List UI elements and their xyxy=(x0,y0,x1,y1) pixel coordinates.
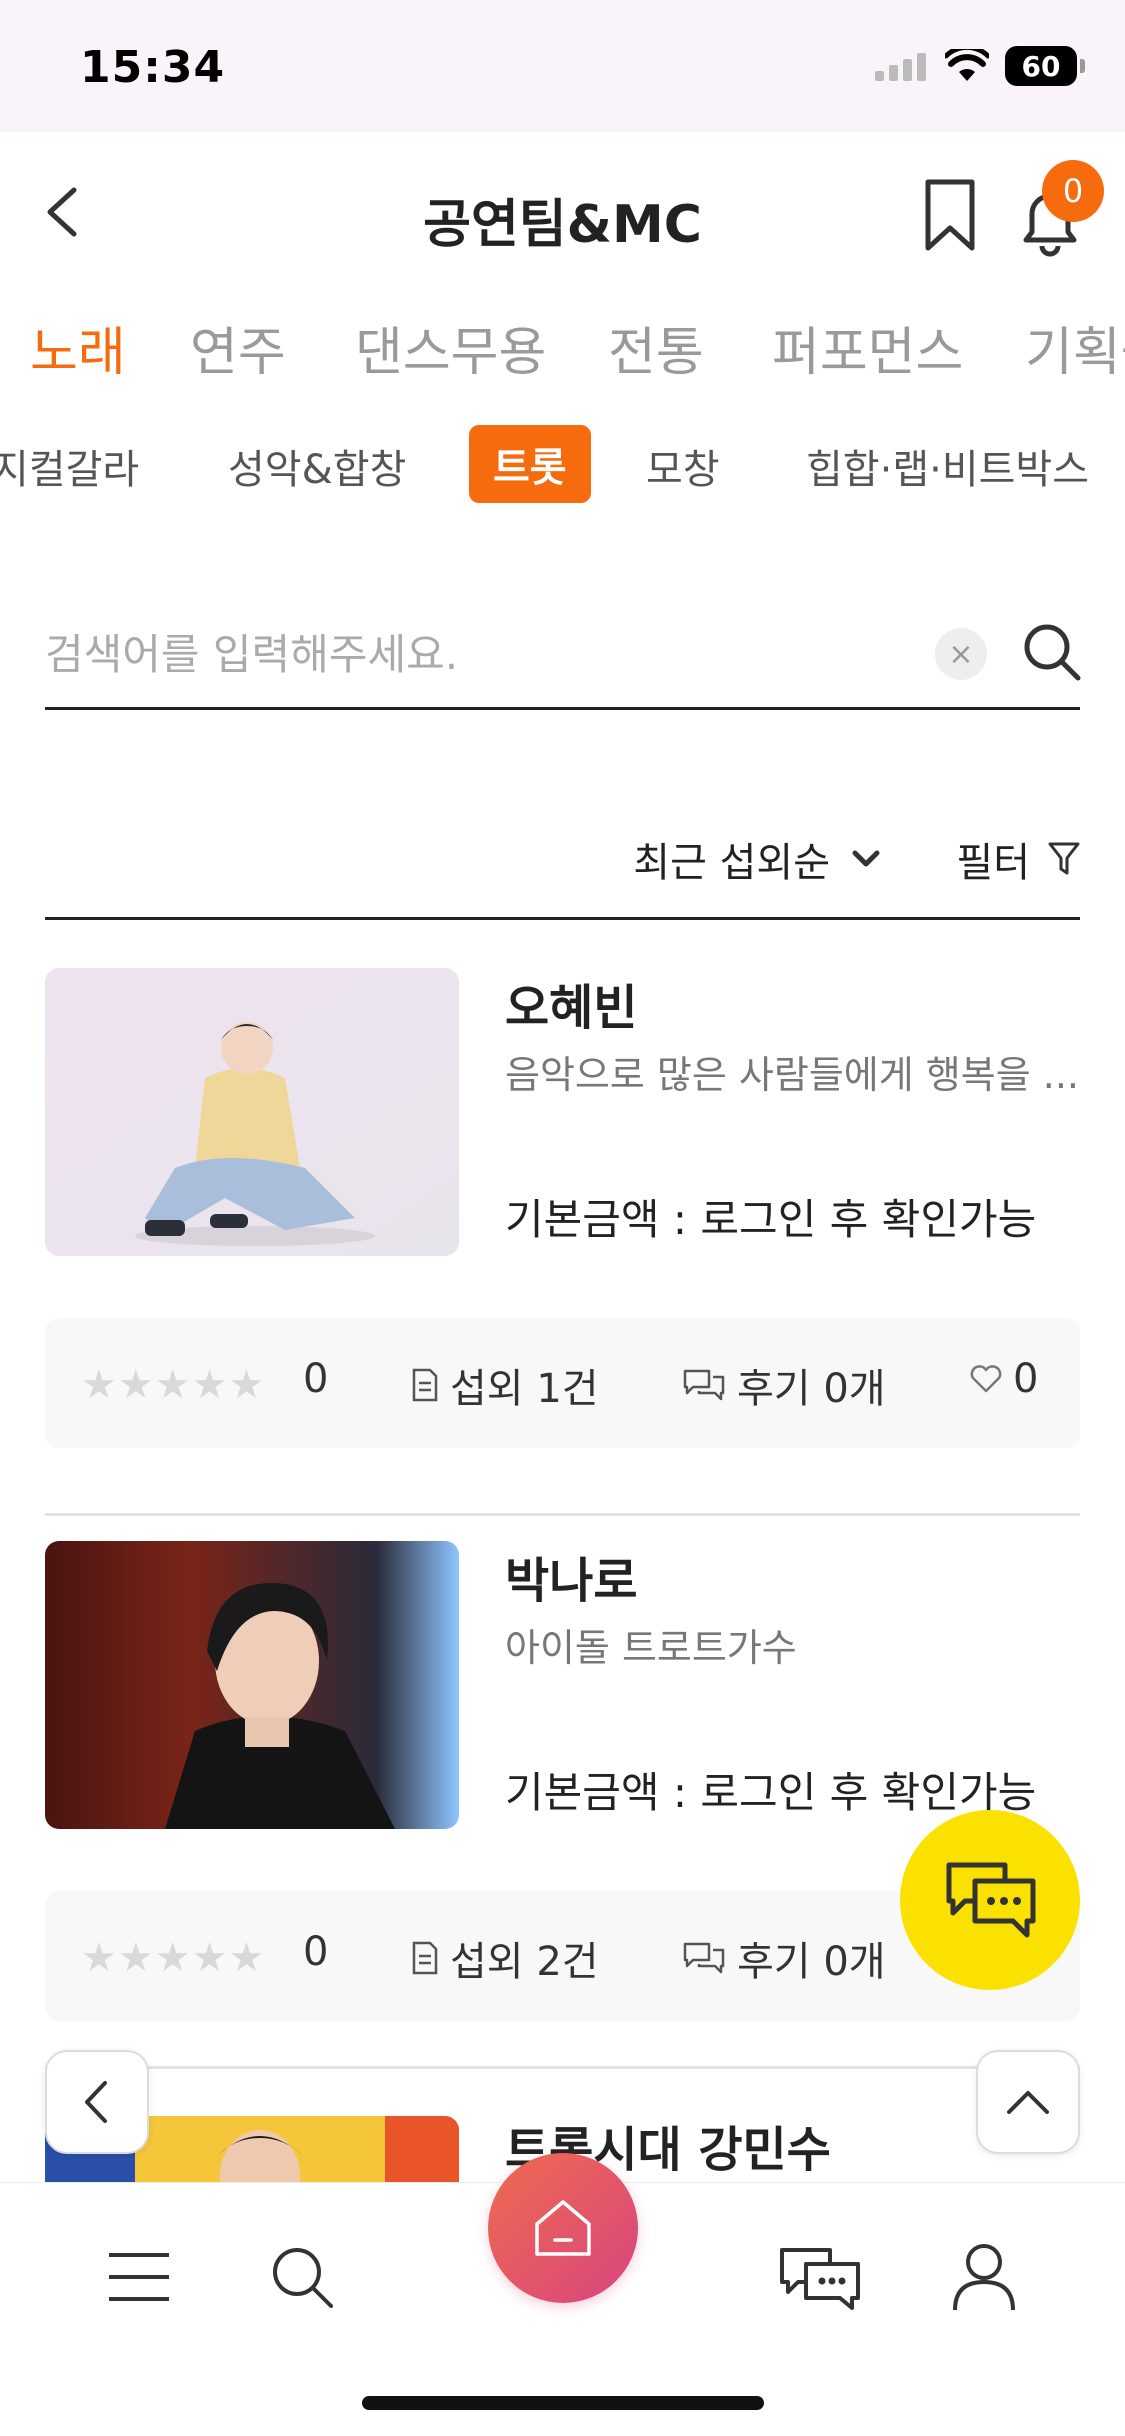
subtab-hiphop[interactable]: 힙합·랩·비트박스 xyxy=(806,437,1089,495)
search-icon xyxy=(273,2248,333,2308)
artist-price: 기본금액 : 로그인 후 확인가능 xyxy=(505,1768,1037,1817)
header: 공연팀&MC xyxy=(0,132,1125,292)
search-bar: × xyxy=(45,610,1081,710)
sort-label: 최근 섭외순 xyxy=(633,840,830,886)
nav-menu[interactable] xyxy=(89,2227,189,2327)
chat-consult-button[interactable] xyxy=(900,1810,1080,1990)
sort-bar: 최근 섭외순 필터 xyxy=(45,820,1080,920)
artist-photo[interactable] xyxy=(45,1541,459,1829)
subtab-trot[interactable]: 트롯 xyxy=(469,425,591,503)
artist-name: 오혜빈 xyxy=(505,980,638,1036)
booking-stat: 섭외 2건 xyxy=(410,1929,599,1987)
tab-song[interactable]: 노래 xyxy=(30,310,126,390)
booking-count: 섭외 2건 xyxy=(450,1939,599,1985)
sub-category-tabs: 지컬갈라 성악&합창 트롯 모창 힙합·랩·비트박스 xyxy=(0,425,1125,511)
tab-instrument[interactable]: 연주 xyxy=(190,310,286,390)
home-icon xyxy=(535,2200,591,2256)
review-count: 후기 0개 xyxy=(737,1939,886,1985)
status-icons: 60 xyxy=(875,46,1085,86)
clear-search-button[interactable]: × xyxy=(935,628,987,680)
tab-performance[interactable]: 퍼포먼스 xyxy=(772,310,963,390)
category-tabs: 노래 연주 댄스무용 전통 퍼포먼스 기획공 xyxy=(0,310,1125,390)
like-count: 0 xyxy=(1013,1356,1039,1402)
rating-stars: ★★★★★ xyxy=(81,1362,266,1408)
chevron-up-icon xyxy=(1007,2091,1049,2114)
tab-planning[interactable]: 기획공 xyxy=(1025,310,1125,390)
rating-count: 0 xyxy=(303,1929,329,1975)
review-stat: 후기 0개 xyxy=(681,1929,886,1987)
sort-dropdown[interactable]: 최근 섭외순 xyxy=(633,830,880,888)
chat-bubble-icon xyxy=(683,1942,725,1974)
wifi-icon xyxy=(945,49,989,81)
chat-icon xyxy=(780,2248,860,2310)
card-divider xyxy=(45,1513,1080,1516)
user-icon xyxy=(953,2244,1015,2311)
search-icon[interactable] xyxy=(1020,620,1084,684)
scroll-top-button[interactable] xyxy=(976,2050,1080,2154)
home-indicator xyxy=(362,2396,764,2410)
artist-description: 아이돌 트로트가수 xyxy=(505,1626,797,1670)
chat-bubble-icon xyxy=(683,1369,725,1401)
bookmark-icon[interactable] xyxy=(920,178,980,254)
tab-dance[interactable]: 댄스무용 xyxy=(355,310,546,390)
status-bar: 15:34 60 xyxy=(0,0,1125,132)
review-stat: 후기 0개 xyxy=(681,1356,886,1414)
subtab-impersonation[interactable]: 모창 xyxy=(646,437,720,495)
booking-count: 섭외 1건 xyxy=(450,1366,599,1412)
nav-chat[interactable] xyxy=(770,2227,870,2327)
tab-traditional[interactable]: 전통 xyxy=(608,310,704,390)
chat-fab-icon xyxy=(946,1862,1036,1938)
signal-icon xyxy=(875,53,926,81)
chevron-left-icon xyxy=(85,2081,107,2123)
subtab-vocal-choir[interactable]: 성악&합창 xyxy=(228,437,406,495)
artist-description: 음악으로 많은 사람들에게 행복을 ... xyxy=(505,1053,1079,1097)
search-input[interactable] xyxy=(45,624,925,684)
filter-icon xyxy=(1048,842,1080,875)
document-icon xyxy=(412,1368,438,1402)
subtab-musical-gala[interactable]: 지컬갈라 xyxy=(0,437,139,495)
filter-label: 필터 xyxy=(956,840,1030,886)
artist-stats: ★★★★★ 0 섭외 1건 후기 0개 0 xyxy=(45,1318,1080,1448)
battery-indicator: 60 xyxy=(1005,46,1085,86)
nav-search[interactable] xyxy=(252,2227,352,2327)
chevron-down-icon xyxy=(852,850,880,867)
artist-photo[interactable] xyxy=(45,968,459,1256)
notification-badge: 0 xyxy=(1042,160,1104,222)
status-time: 15:34 xyxy=(80,42,226,93)
nav-home[interactable] xyxy=(488,2153,638,2303)
artist-name: 박나로 xyxy=(505,1553,638,1609)
menu-icon xyxy=(109,2253,169,2301)
artist-price: 기본금액 : 로그인 후 확인가능 xyxy=(505,1195,1037,1244)
like-stat: 0 xyxy=(969,1356,1038,1402)
go-back-floating-button[interactable] xyxy=(45,2050,149,2154)
document-icon xyxy=(412,1941,438,1975)
rating-stars: ★★★★★ xyxy=(81,1935,266,1981)
review-count: 후기 0개 xyxy=(737,1366,886,1412)
filter-button[interactable]: 필터 xyxy=(956,830,1080,888)
heart-icon xyxy=(970,1365,1002,1393)
rating-count: 0 xyxy=(303,1356,329,1402)
nav-mypage[interactable] xyxy=(934,2227,1034,2327)
booking-stat: 섭외 1건 xyxy=(410,1356,599,1414)
card-divider xyxy=(45,2066,1080,2069)
